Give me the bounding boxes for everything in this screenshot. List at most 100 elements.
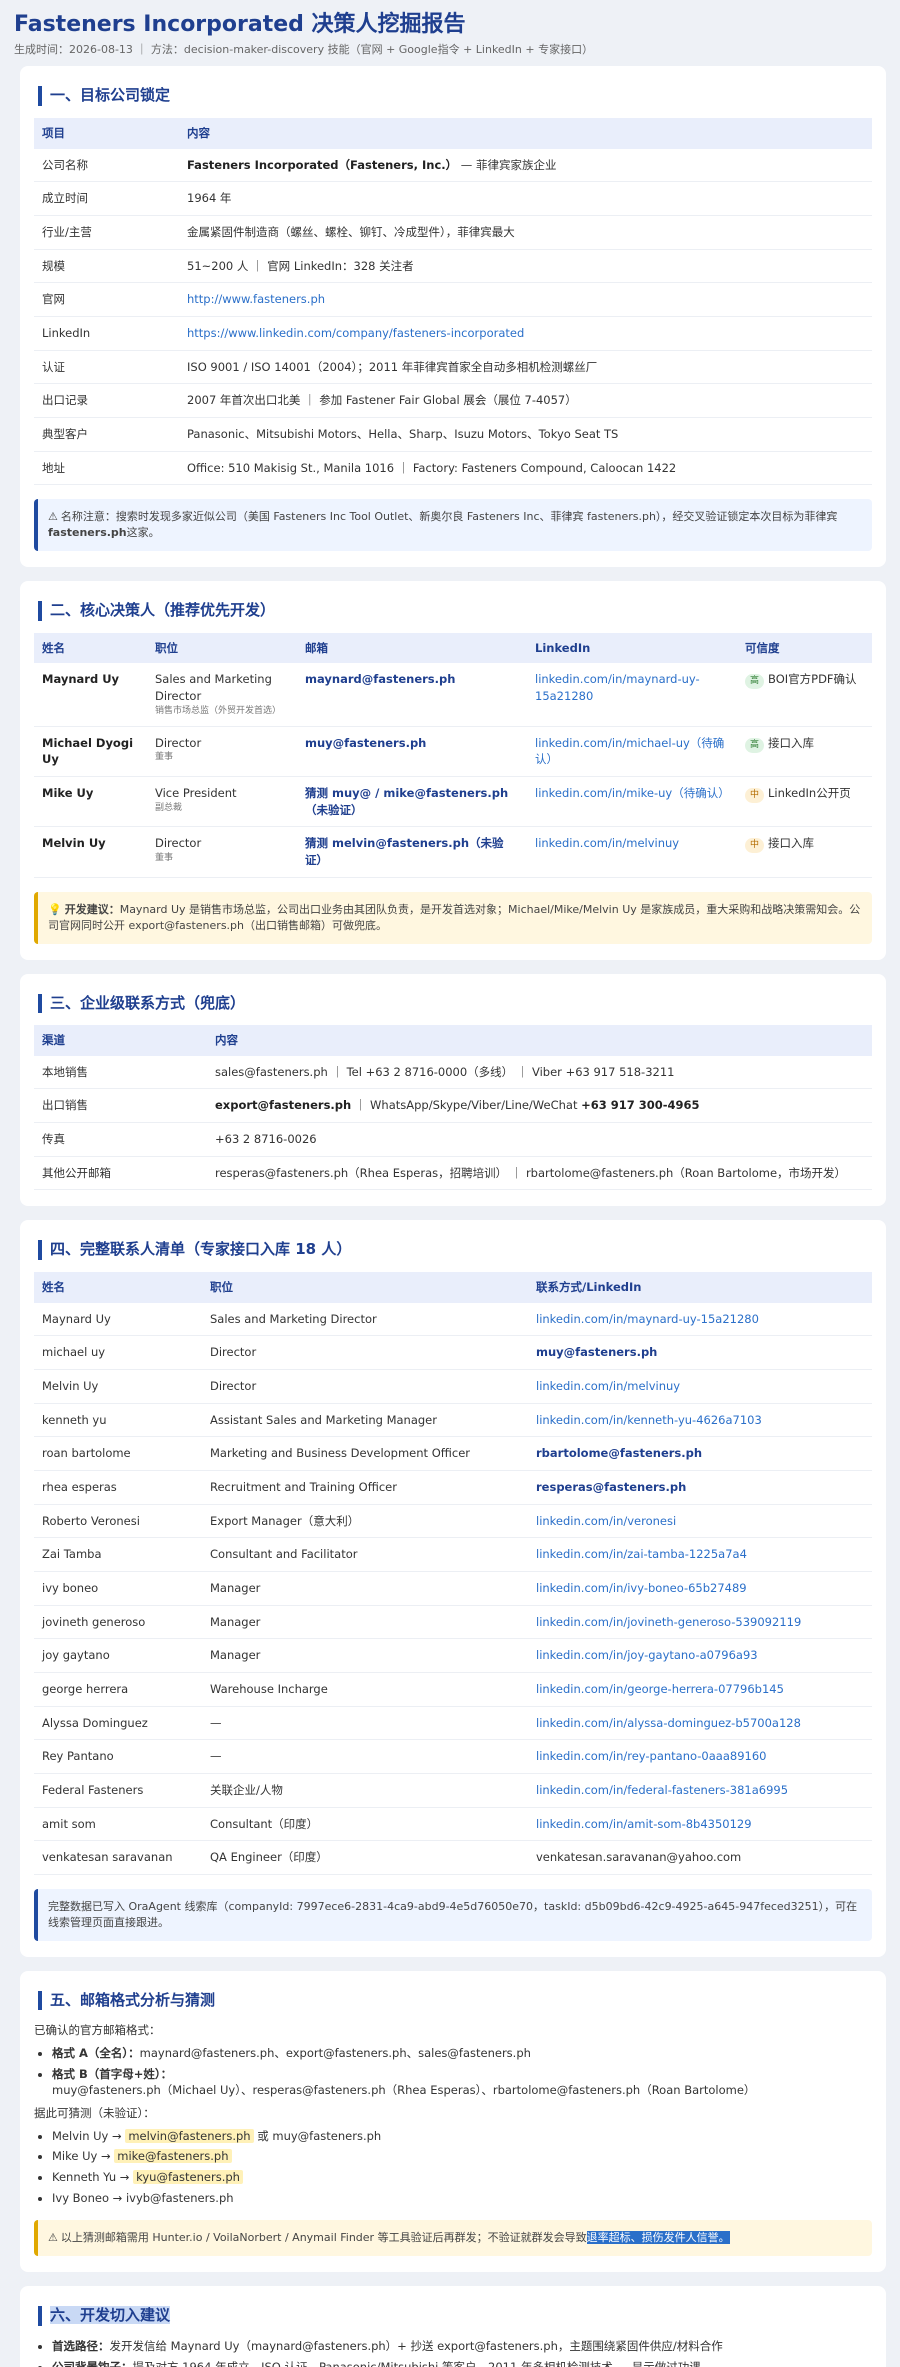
linkedin-link[interactable]: linkedin.com/in/melvinuy <box>535 836 679 850</box>
format-examples: maynard@fasteners.ph、export@fasteners.ph… <box>139 2046 531 2061</box>
confidence: 中接口入库 <box>737 826 872 878</box>
item-text: 提及对方 1964 年成立、ISO 认证、Panasonic/Mitsubish… <box>132 2359 701 2367</box>
confidence: 高接口入库 <box>737 726 872 778</box>
url-link[interactable]: https://www.linkedin.com/company/fastene… <box>187 326 524 340</box>
contact-info: linkedin.com/in/amit-som-8b4350129 <box>528 1807 872 1842</box>
position-cn: 销售市场总监（外贸开发首选） <box>155 705 282 716</box>
url-link[interactable]: http://www.fasteners.ph <box>187 292 325 306</box>
person-position: Vice President 副总裁 <box>147 776 297 828</box>
field-value: 2007 年首次出口北美 ｜ 参加 Fastener Fair Global 展… <box>179 383 872 418</box>
warning-icon: ⚠ <box>48 510 58 524</box>
item-label: 首选路径： <box>52 2338 110 2353</box>
channel-value: sales@fasteners.ph ｜ Tel +63 2 8716-0000… <box>207 1055 872 1090</box>
table-row: 传真 +63 2 8716-0026 <box>34 1122 872 1157</box>
list-item: Mike Uy → mike@fasteners.ph <box>52 2148 872 2165</box>
confidence-badge: 高 <box>745 674 765 690</box>
contact-name: jovineth generoso <box>34 1605 202 1640</box>
table-row: kenneth yu Assistant Sales and Marketing … <box>34 1403 872 1438</box>
channel-label: 传真 <box>34 1122 207 1157</box>
linkedin-link[interactable]: linkedin.com/in/veronesi <box>536 1514 676 1528</box>
field-text: 1964 年 <box>187 191 232 206</box>
contact-name: Federal Fasteners <box>34 1773 202 1808</box>
linkedin-link[interactable]: linkedin.com/in/michael-uy（待确认） <box>535 736 724 767</box>
field-label: 成立时间 <box>34 181 179 216</box>
confidence-source: 接口入库 <box>768 735 815 750</box>
linkedin-link[interactable]: linkedin.com/in/amit-som-8b4350129 <box>536 1817 752 1831</box>
linkedin-link[interactable]: linkedin.com/in/mike-uy（待确认） <box>535 786 730 800</box>
list-item: 格式 A（全名）：maynard@fasteners.ph、export@fas… <box>52 2045 872 2062</box>
contact-position: Manager <box>202 1571 528 1606</box>
field-value: 金属紧固件制造商（螺丝、螺栓、铆钉、冷成型件），菲律宾最大 <box>179 215 872 250</box>
linkedin-link[interactable]: linkedin.com/in/alyssa-dominguez-b5700a1… <box>536 1716 801 1730</box>
guess-list: Melvin Uy → melvin@fasteners.ph 或 muy@fa… <box>52 2128 872 2207</box>
section-contact-list: 四、完整联系人清单（专家接口入库 18 人） 姓名 职位 联系方式/Linked… <box>20 1220 886 1957</box>
contact-info: linkedin.com/in/alyssa-dominguez-b5700a1… <box>528 1706 872 1741</box>
email-text: rbartolome@fasteners.ph <box>536 1446 703 1461</box>
table-row: Zai Tamba Consultant and Facilitator linke… <box>34 1537 872 1572</box>
table-row: ivy boneo Manager linkedin.com/in/ivy-bone… <box>34 1571 872 1606</box>
list-item: 格式 B（首字母+姓）： muy@fasteners.ph（Michael Uy）… <box>52 2066 872 2099</box>
name-text: Mike Uy <box>42 786 94 800</box>
position-cn: 董事 <box>155 752 174 763</box>
table-row: 行业/主营 金属紧固件制造商（螺丝、螺栓、铆钉、冷成型件），菲律宾最大 <box>34 215 872 250</box>
report-header: Fasteners Incorporated 决策人挖掘报告 生成时间：2026… <box>0 0 900 66</box>
linkedin-link[interactable]: linkedin.com/in/maynard-uy-15a21280 <box>535 672 700 703</box>
contact-name: michael uy <box>34 1335 202 1370</box>
list-item: 公司背景钩子：提及对方 1964 年成立、ISO 认证、Panasonic/Mi… <box>52 2359 872 2367</box>
channel-text: +63 2 8716-0026 <box>215 1132 317 1147</box>
linkedin-link[interactable]: linkedin.com/in/melvinuy <box>536 1379 680 1393</box>
field-text: — 菲律宾家族企业 <box>457 157 557 172</box>
name-text: Michael Dyogi Uy <box>42 735 134 767</box>
table-row: Melvin Uy Director 董事 猜测 melvin@fasteners.p… <box>34 826 872 878</box>
linkedin-link[interactable]: linkedin.com/in/rey-pantano-0aaa89160 <box>536 1749 766 1763</box>
person-name: Maynard Uy <box>34 663 147 727</box>
table-row: michael uy Director muy@fasteners.ph <box>34 1335 872 1370</box>
guess-intro: 据此可猜测（未验证）： <box>34 2106 155 2121</box>
col-header: 职位 <box>147 632 297 664</box>
dev-advice-note: 💡 开发建议：Maynard Uy 是销售市场总监，公司出口业务由其团队负责，是开… <box>34 891 872 944</box>
linkedin-link[interactable]: linkedin.com/in/zai-tamba-1225a7a4 <box>536 1547 747 1561</box>
name-text: Maynard Uy <box>42 672 120 687</box>
table-row: Melvin Uy Director linkedin.com/in/melvinu… <box>34 1369 872 1404</box>
confidence-source: BOI官方PDF确认 <box>768 672 857 687</box>
table-row: 出口销售 export@fasteners.ph ｜ WhatsApp/Skype… <box>34 1088 872 1124</box>
list-item: 首选路径：发开发信给 Maynard Uy（maynard@fasteners.… <box>52 2338 872 2355</box>
format-examples: muy@fasteners.ph（Michael Uy）、resperas@fa… <box>52 2083 756 2098</box>
channel-value: resperas@fasteners.ph（Rhea Esperas，招聘培训）… <box>207 1156 872 1191</box>
col-header: 职位 <box>202 1271 528 1303</box>
field-label: 认证 <box>34 350 179 385</box>
person-email: 猜测 melvin@fasteners.ph（未验证） <box>297 826 527 878</box>
field-text: 51~200 人 ｜ 官网 LinkedIn：328 关注者 <box>187 258 414 273</box>
contact-name: roan bartolome <box>34 1436 202 1471</box>
contact-position: Warehouse Incharge <box>202 1672 528 1707</box>
channel-label: 其他公开邮箱 <box>34 1156 207 1191</box>
contact-info: linkedin.com/in/jovineth-generoso-539092… <box>528 1605 872 1640</box>
email-text: 猜测 muy@ / mike@fasteners.ph（未验证） <box>305 786 509 817</box>
item-label: 公司背景钩子： <box>52 2359 133 2367</box>
linkedin-link[interactable]: linkedin.com/in/kenneth-yu-4626a7103 <box>536 1413 762 1427</box>
contact-name: Melvin Uy <box>34 1369 202 1404</box>
person-name: Melvin Uy <box>34 826 147 878</box>
table-row: 认证 ISO 9001 / ISO 14001（2004）；2011 年菲律宾首家… <box>34 350 872 385</box>
linkedin-link[interactable]: linkedin.com/in/maynard-uy-15a21280 <box>536 1312 759 1326</box>
verify-warning-note: ⚠ 以上猜测邮箱需用 Hunter.io / VoilaNorbert / Any… <box>34 2220 872 2257</box>
table-row: amit som Consultant（印度） linkedin.com/in/am… <box>34 1807 872 1842</box>
confidence-source: 接口入库 <box>768 836 815 851</box>
person-position: Sales and Marketing Director 销售市场总监（外贸开发首… <box>147 663 297 727</box>
field-value: 1964 年 <box>179 181 872 216</box>
contact-position: — <box>202 1739 528 1774</box>
linkedin-link[interactable]: linkedin.com/in/federal-fasteners-381a69… <box>536 1783 788 1797</box>
table-row: 成立时间 1964 年 <box>34 181 872 216</box>
linkedin-link[interactable]: linkedin.com/in/jovineth-generoso-539092… <box>536 1615 801 1629</box>
table-row: Maynard Uy Sales and Marketing Director li… <box>34 1302 872 1337</box>
linkedin-link[interactable]: linkedin.com/in/george-herrera-07796b145 <box>536 1682 784 1696</box>
col-header: LinkedIn <box>527 632 737 664</box>
contact-position: Assistant Sales and Marketing Manager <box>202 1403 528 1438</box>
channel-value: +63 2 8716-0026 <box>207 1122 872 1157</box>
contact-name: rhea esperas <box>34 1470 202 1505</box>
field-label: LinkedIn <box>34 316 179 351</box>
contact-text: venkatesan.saravanan@yahoo.com <box>536 1850 742 1865</box>
guess-name: Mike Uy → <box>52 2149 115 2164</box>
linkedin-link[interactable]: linkedin.com/in/joy-gaytano-a0796a93 <box>536 1648 758 1662</box>
linkedin-link[interactable]: linkedin.com/in/ivy-boneo-65b27489 <box>536 1581 747 1595</box>
